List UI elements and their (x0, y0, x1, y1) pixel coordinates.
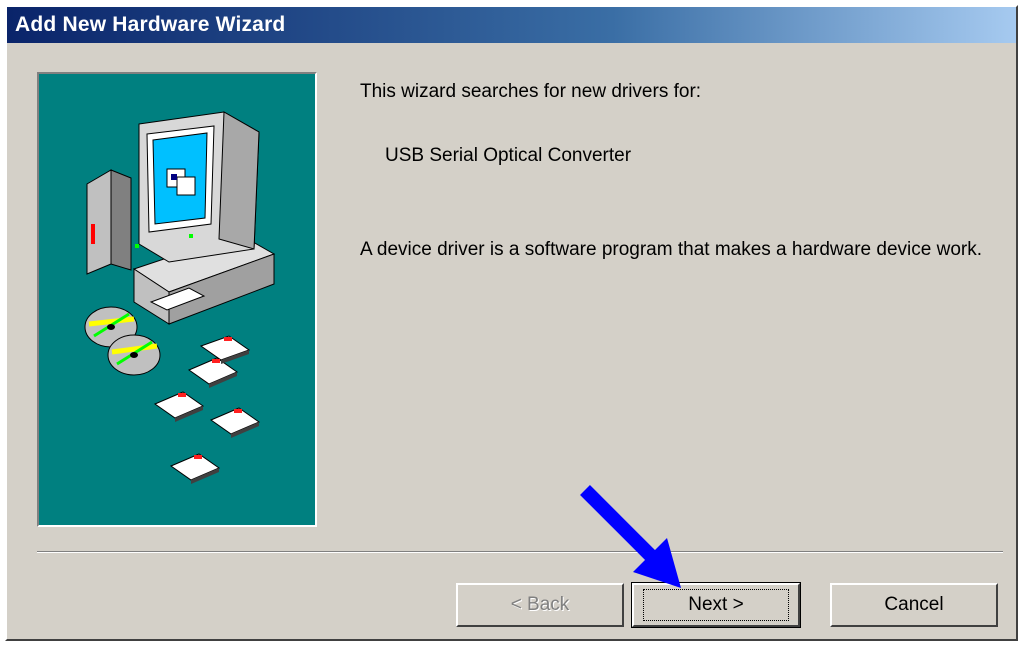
device-name: USB Serial Optical Converter (385, 145, 632, 166)
title-bar[interactable]: Add New Hardware Wizard (7, 7, 1016, 43)
button-separator (37, 551, 1003, 553)
wizard-window: Add New Hardware Wizard This wizard sear… (5, 5, 1018, 641)
computer-with-disks-icon (84, 111, 276, 484)
driver-description: A device driver is a software program th… (360, 239, 982, 260)
cancel-button[interactable]: Cancel (830, 583, 998, 627)
intro-text: This wizard searches for new drivers for… (360, 81, 702, 102)
wizard-illustration (37, 72, 317, 527)
window-title: Add New Hardware Wizard (15, 13, 286, 36)
blue-arrow-pointer-icon (580, 485, 681, 588)
